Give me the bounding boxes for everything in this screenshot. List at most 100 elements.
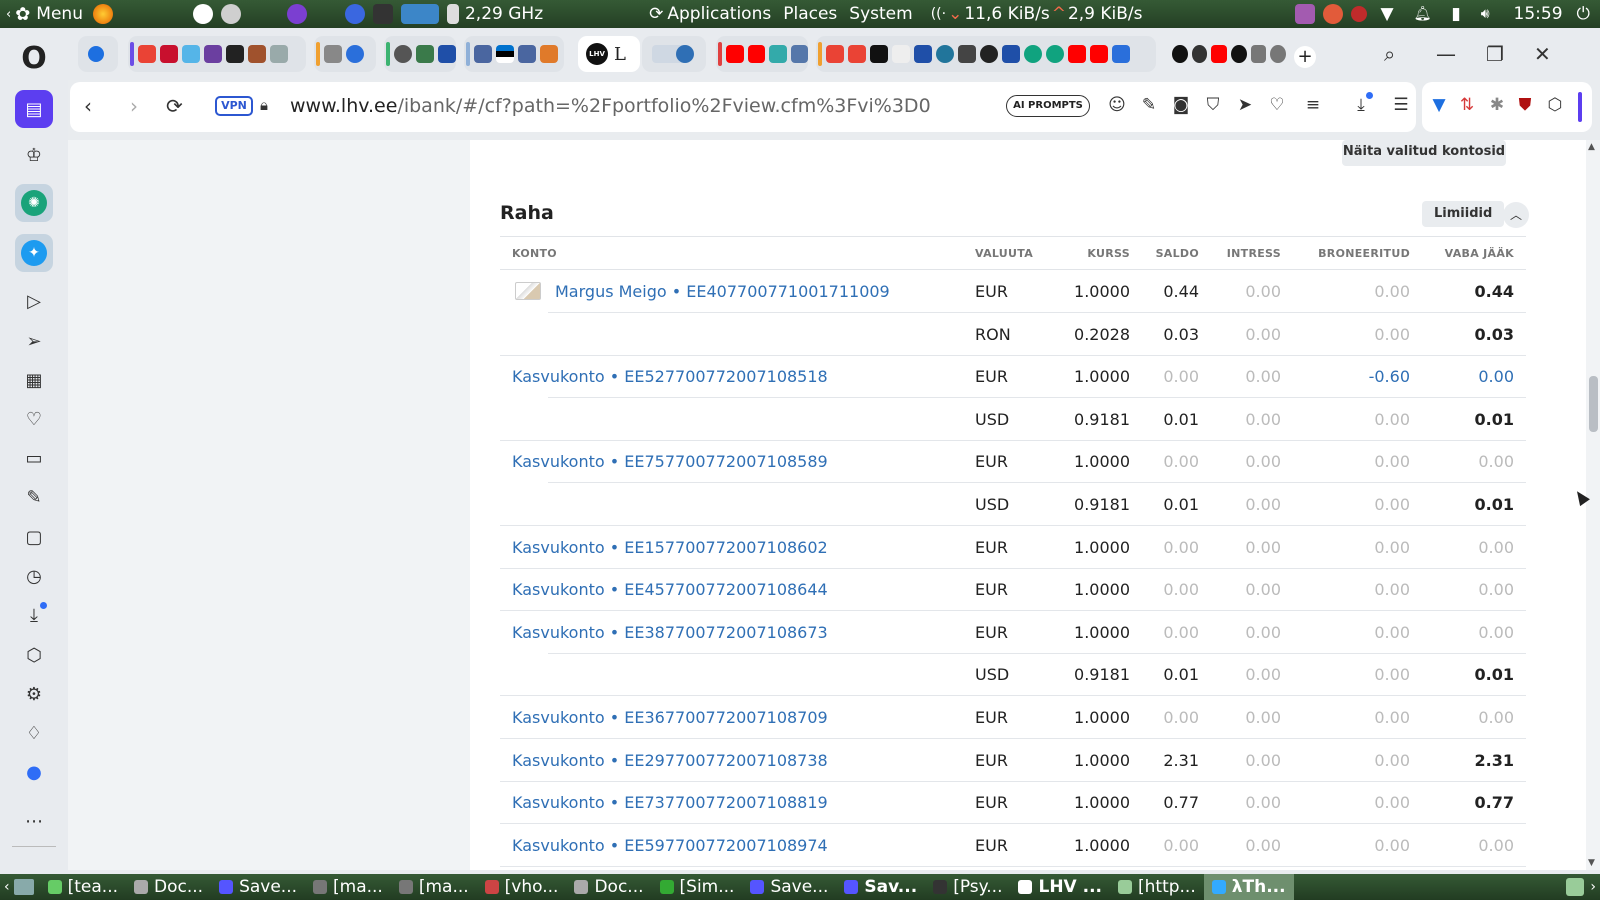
account-link[interactable]: Kasvukonto • EE297700772007108738 xyxy=(512,751,828,770)
show-selected-accounts-button[interactable]: Näita valitud kontosid xyxy=(1342,140,1506,166)
scroll-up-icon[interactable]: ▲ xyxy=(1588,142,1595,152)
taskbar-window-button[interactable]: [ma... xyxy=(391,874,477,900)
scroll-down-icon[interactable]: ▼ xyxy=(1588,858,1595,868)
tab-group-8[interactable] xyxy=(1162,36,1287,72)
limits-button[interactable]: Limiidid xyxy=(1422,201,1505,227)
taskbar-window-button[interactable]: [Psy... xyxy=(925,874,1010,900)
taskbar-window-button[interactable]: [ma... xyxy=(305,874,391,900)
taskbar-window-button[interactable]: Sav... xyxy=(836,874,925,900)
taskbar-window-button[interactable]: [tea... xyxy=(40,874,126,900)
opera-icon[interactable] xyxy=(344,4,365,24)
menu-button[interactable]: ‹ ✿ Menu xyxy=(0,0,89,28)
extension-cube-icon[interactable]: ⬡ xyxy=(1544,95,1566,115)
tab-group-1[interactable] xyxy=(128,36,306,72)
taskbar-left-arrow-icon[interactable]: ‹ xyxy=(4,879,10,895)
emoji-icon[interactable]: ☺ xyxy=(1106,95,1128,115)
clock[interactable]: 15:59 xyxy=(1514,4,1563,24)
scroll-thumb[interactable] xyxy=(1589,376,1598,432)
extension-translate-icon[interactable]: ⇅ xyxy=(1456,95,1478,115)
taskbar-window-button[interactable]: [vho... xyxy=(477,874,567,900)
account-link[interactable]: Kasvukonto • EE367700772007108709 xyxy=(512,708,828,727)
tab-pinned[interactable] xyxy=(78,36,118,72)
sidebar-settings-icon[interactable]: ⚙ xyxy=(15,675,53,713)
sidebar-book-icon[interactable]: ▤ xyxy=(15,90,53,128)
sidebar-tabs-icon[interactable]: ▢ xyxy=(15,518,53,556)
sidebar-lightbulb-icon[interactable]: ♢ xyxy=(15,714,53,752)
taskbar-right-arrow-icon[interactable]: › xyxy=(1590,879,1596,895)
taskbar-window-button[interactable]: Save... xyxy=(742,874,836,900)
reload-icon[interactable]: ⟳ xyxy=(166,94,183,118)
edit-icon[interactable]: ✎ xyxy=(1138,95,1160,115)
extension-puzzle-icon[interactable]: ✱ xyxy=(1486,95,1508,115)
terminal-icon[interactable] xyxy=(372,4,393,24)
battery-icon[interactable]: ▮ xyxy=(1451,4,1460,24)
sidebar-history-icon[interactable]: ◷ xyxy=(15,557,53,595)
sidebar-news-icon[interactable]: ▭ xyxy=(15,439,53,477)
tab-group-3[interactable] xyxy=(384,36,456,72)
sidebar-download-icon[interactable]: ⤓ xyxy=(15,596,53,634)
opera-logo-icon[interactable]: O xyxy=(17,42,51,76)
account-link[interactable]: Kasvukonto • EE527700772007108518 xyxy=(512,367,828,386)
account-link[interactable]: Margus Meigo • EE407700771001711009 xyxy=(555,282,890,301)
account-link[interactable]: Kasvukonto • EE457700772007108644 xyxy=(512,580,828,599)
sidebar-box-icon[interactable]: ⬡ xyxy=(15,636,53,674)
taskbar-window-button[interactable]: Save... xyxy=(211,874,305,900)
vpn-badge[interactable]: VPN xyxy=(215,96,253,116)
sidebar-twitter-icon[interactable]: ✦ xyxy=(15,234,53,272)
ai-prompts-button[interactable]: AI PROMPTS xyxy=(1006,95,1090,117)
url-field[interactable]: www.lhv.ee/ibank/#/cf?path=%2Fportfolio%… xyxy=(290,95,931,117)
account-link[interactable]: Kasvukonto • EE597700772007108974 xyxy=(512,836,828,855)
volume-icon[interactable]: 🔊︎ xyxy=(1481,6,1490,22)
accessibility-icon[interactable] xyxy=(192,4,213,24)
lock-icon[interactable]: 🔒︎ xyxy=(260,96,268,114)
applications-menu[interactable]: ⟳ Applications xyxy=(643,0,777,28)
tab-group-2[interactable] xyxy=(314,36,376,72)
sidebar-crown-icon[interactable]: ♔ xyxy=(15,136,53,174)
account-link[interactable]: Kasvukonto • EE157700772007108602 xyxy=(512,538,828,557)
settings-icon[interactable] xyxy=(220,4,241,24)
sidebar-edit-icon[interactable]: ✎ xyxy=(15,478,53,516)
tab-lhv-active[interactable]: LHV L xyxy=(578,36,640,72)
sidebar-chatgpt-icon[interactable]: ✺ xyxy=(15,184,53,222)
places-menu[interactable]: Places xyxy=(777,0,843,28)
firefox-icon[interactable] xyxy=(92,4,113,24)
wifi-signal-icon[interactable]: ▼ xyxy=(1381,4,1394,24)
account-link[interactable]: Kasvukonto • EE757700772007108589 xyxy=(512,452,828,471)
sidebar-send-icon[interactable]: ➢ xyxy=(15,322,53,360)
forward-icon[interactable]: › xyxy=(130,94,138,118)
tab-group-5b[interactable] xyxy=(666,36,708,72)
weather-icon[interactable] xyxy=(1322,4,1343,24)
power-icon[interactable]: ⏻ xyxy=(1577,4,1590,24)
ublock-icon[interactable]: ⛊ xyxy=(1514,95,1536,115)
search-tabs-icon[interactable]: ⌕ xyxy=(1384,42,1395,66)
taskbar-window-button[interactable]: Doc... xyxy=(566,874,651,900)
sidebar-grid-icon[interactable]: ▦ xyxy=(15,361,53,399)
page-scrollbar[interactable]: ▲ ▼ xyxy=(1586,140,1600,870)
camera-icon[interactable]: ◙ xyxy=(1170,95,1192,115)
shield-icon[interactable]: ⛉ xyxy=(1202,95,1224,115)
sidebar-heart-icon[interactable]: ♡ xyxy=(15,400,53,438)
account-link[interactable]: Kasvukonto • EE737700772007108819 xyxy=(512,793,828,812)
tab-group-4[interactable] xyxy=(464,36,564,72)
easy-setup-icon[interactable]: ☰ xyxy=(1390,95,1412,115)
sidebar-toggle-indicator[interactable] xyxy=(1578,92,1582,122)
heart-icon[interactable]: ♡ xyxy=(1266,95,1288,115)
bell-icon[interactable]: 🔔︎ xyxy=(1414,6,1432,22)
tab-group-6[interactable] xyxy=(716,36,808,72)
system-menu[interactable]: System xyxy=(843,0,918,28)
sidebar-more-icon[interactable]: ⋯ xyxy=(15,802,53,840)
sidebar-chat-bubble-icon[interactable]: ● xyxy=(15,753,53,791)
new-tab-button[interactable]: + xyxy=(1294,46,1316,68)
minimize-icon[interactable]: — xyxy=(1436,42,1456,66)
extension-v-icon[interactable]: ▼ xyxy=(1428,95,1450,115)
app-purple-icon[interactable] xyxy=(286,4,307,24)
taskbar-window-button[interactable]: Doc... xyxy=(126,874,211,900)
tray-app-icon[interactable] xyxy=(1566,878,1585,896)
record-icon[interactable] xyxy=(1350,6,1367,22)
send-icon[interactable]: ➤ xyxy=(1234,95,1256,115)
tab-manager-icon[interactable]: ≡ xyxy=(1302,95,1324,115)
account-link[interactable]: Kasvukonto • EE387700772007108673 xyxy=(512,623,828,642)
show-desktop-icon[interactable] xyxy=(13,879,34,895)
taskbar-window-button[interactable]: λTh... xyxy=(1203,874,1294,900)
taskbar-window-button[interactable]: LHV ... xyxy=(1010,874,1110,900)
